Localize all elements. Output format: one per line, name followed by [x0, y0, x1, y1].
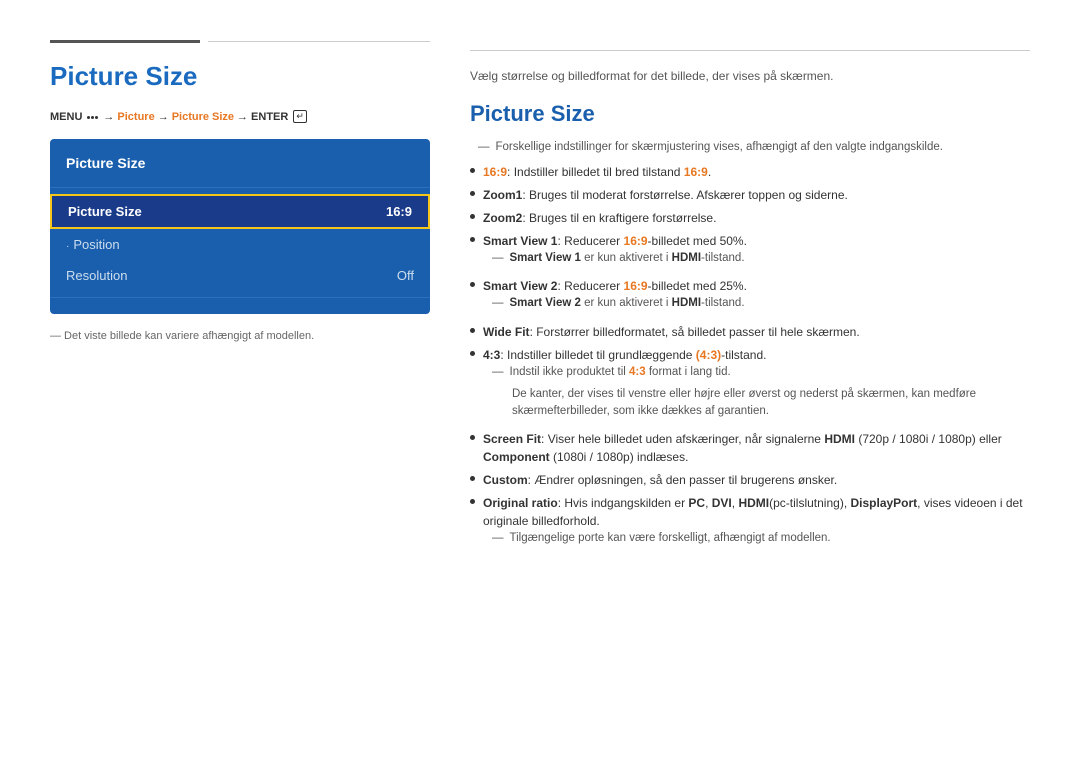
enter-icon: ↵: [293, 110, 307, 123]
bullet-item-43: 4:3: Indstiller billedet til grundlæggen…: [470, 346, 1030, 426]
menu-item-resolution-label: Resolution: [66, 268, 127, 283]
sv1-hdmi: HDMI: [672, 252, 701, 264]
bullet-text: Smart View 2: Reducerer 16:9-billedet me…: [483, 277, 747, 295]
bullet-text: Wide Fit: Forstørrer billedformatet, så …: [483, 323, 860, 341]
top-decorative-lines: [50, 40, 430, 43]
left-column: Picture Size MENU → Picture → Picture Si…: [50, 40, 430, 558]
menu-item-picture-size-value: 16:9: [386, 204, 412, 219]
picture-link: Picture: [117, 111, 154, 123]
text-component-sf: Component: [483, 450, 550, 464]
sv2-label: Smart View 2: [510, 297, 581, 309]
right-title: Picture Size: [470, 101, 1030, 127]
subnote-43: Indstil ikke produktet til 4:3 format i …: [492, 364, 731, 381]
bullet-item-originalratio: Original ratio: Hvis indgangskilden er P…: [470, 494, 1030, 552]
menu-item-position[interactable]: ·Position: [50, 229, 430, 260]
subnote-sv2: Smart View 2 er kun aktiveret i HDMI-til…: [492, 295, 745, 312]
arrow1: →: [103, 111, 114, 123]
text-169-sv1: 16:9: [624, 234, 648, 248]
menu-item-resolution-value: Off: [397, 268, 414, 283]
bullet-text: Zoom2: Bruges til en kraftigere forstørr…: [483, 209, 716, 227]
text-custom: Custom: [483, 473, 528, 487]
text-zoom2: Zoom2: [483, 211, 522, 225]
page-title: Picture Size: [50, 61, 430, 92]
bullet-text: Original ratio: Hvis indgangskilden er P…: [483, 494, 1030, 530]
text-widefit: Wide Fit: [483, 325, 530, 339]
bullet-item-custom: Custom: Ændrer opløsningen, så den passe…: [470, 471, 1030, 489]
section-note-text: Forskellige indstillinger for skærmjuste…: [496, 141, 943, 153]
right-top-lines: [470, 40, 1030, 51]
text-screenfit: Screen Fit: [483, 432, 541, 446]
bullet-item-screenfit: Screen Fit: Viser hele billedet uden afs…: [470, 430, 1030, 466]
bullet-dot: [470, 214, 475, 219]
bullet-item-smartview2: Smart View 2: Reducerer 16:9-billedet me…: [470, 277, 1030, 317]
text-zoom1: Zoom1: [483, 188, 522, 202]
bullet-dot: [470, 499, 475, 504]
bullet-dot: [470, 351, 475, 356]
text-dvi: DVI: [712, 496, 732, 510]
menu-icon: [87, 115, 98, 119]
bullet-dot: [470, 191, 475, 196]
picture-size-link: Picture Size: [172, 111, 234, 123]
bullet-dot: [470, 476, 475, 481]
subnote-sv1: Smart View 1 er kun aktiveret i HDMI-til…: [492, 250, 745, 267]
right-intro: Vælg størrelse og billedformat for det b…: [470, 69, 1030, 83]
menu-box: Picture Size Picture Size 16:9 ·Position…: [50, 139, 430, 314]
position-dot: ·: [66, 241, 69, 252]
text-43-ref: 4:3: [629, 366, 646, 378]
bullet-item-zoom1: Zoom1: Bruges til moderat forstørrelse. …: [470, 186, 1030, 204]
menu-item-picture-size-label: Picture Size: [68, 204, 142, 219]
bullet-item-widefit: Wide Fit: Forstørrer billedformatet, så …: [470, 323, 1030, 341]
bullet-text: Smart View 1: Reducerer 16:9-billedet me…: [483, 232, 747, 250]
menu-divider-bottom: [50, 297, 430, 298]
menu-path: MENU → Picture → Picture Size → ENTER ↵: [50, 110, 430, 123]
menu-divider-top: [50, 187, 430, 188]
dark-line: [50, 40, 200, 43]
right-top-line: [470, 50, 1030, 51]
bullet-text: 4:3: Indstiller billedet til grundlæggen…: [483, 346, 767, 364]
bullet-text: 16:9: Indstiller billedet til bred tilst…: [483, 163, 711, 181]
arrow2: →: [158, 111, 169, 123]
menu-box-title: Picture Size: [50, 149, 430, 181]
text-169-sv2: 16:9: [624, 279, 648, 293]
text-hdmi-or: HDMI: [738, 496, 769, 510]
text-pc: PC: [688, 496, 705, 510]
section-note: Forskellige indstillinger for skærmjuste…: [470, 141, 1030, 153]
menu-keyword: MENU: [50, 111, 82, 123]
bullet-dot: [470, 168, 475, 173]
bullet-item-smartview1: Smart View 1: Reducerer 16:9-billedet me…: [470, 232, 1030, 272]
subnote-ports: Tilgængelige porte kan være forskelligt,…: [492, 530, 831, 547]
bullet-item-169: 16:9: Indstiller billedet til bred tilst…: [470, 163, 1030, 181]
arrow3: →: [237, 111, 248, 123]
bullet-dot: [470, 282, 475, 287]
right-column: Vælg størrelse og billedformat for det b…: [470, 40, 1030, 558]
left-note: — Det viste billede kan variere afhængig…: [50, 330, 430, 342]
text-169-2: 16:9: [684, 165, 708, 179]
sv2-hdmi: HDMI: [672, 297, 701, 309]
bullet-list: 16:9: Indstiller billedet til bred tilst…: [470, 163, 1030, 553]
bullet-dot: [470, 435, 475, 440]
enter-label: ENTER: [251, 111, 288, 123]
text-originalratio: Original ratio: [483, 496, 558, 510]
text-43-paren: (4:3): [696, 348, 721, 362]
menu-item-picture-size[interactable]: Picture Size 16:9: [50, 194, 430, 229]
text-displayport: DisplayPort: [850, 496, 917, 510]
text-169: 16:9: [483, 165, 507, 179]
light-line: [208, 41, 430, 42]
bullet-item-zoom2: Zoom2: Bruges til en kraftigere forstørr…: [470, 209, 1030, 227]
menu-item-position-label: ·Position: [66, 237, 120, 252]
text-rest: : Indstiller billedet til bred tilstand: [507, 165, 684, 179]
text-sv1: Smart View 1: [483, 234, 557, 248]
bullet-dot: [470, 237, 475, 242]
bullet-text: Screen Fit: Viser hele billedet uden afs…: [483, 430, 1030, 466]
bullet-text: Zoom1: Bruges til moderat forstørrelse. …: [483, 186, 848, 204]
subnote-43-indent: De kanter, der vises til venstre eller h…: [512, 386, 1030, 421]
text-hdmi-sf: HDMI: [824, 432, 855, 446]
bullet-text: Custom: Ændrer opløsningen, så den passe…: [483, 471, 837, 489]
bullet-dot: [470, 328, 475, 333]
text-43: 4:3: [483, 348, 500, 362]
menu-item-resolution[interactable]: Resolution Off: [50, 260, 430, 291]
sv1-label: Smart View 1: [510, 252, 581, 264]
text-sv2: Smart View 2: [483, 279, 557, 293]
